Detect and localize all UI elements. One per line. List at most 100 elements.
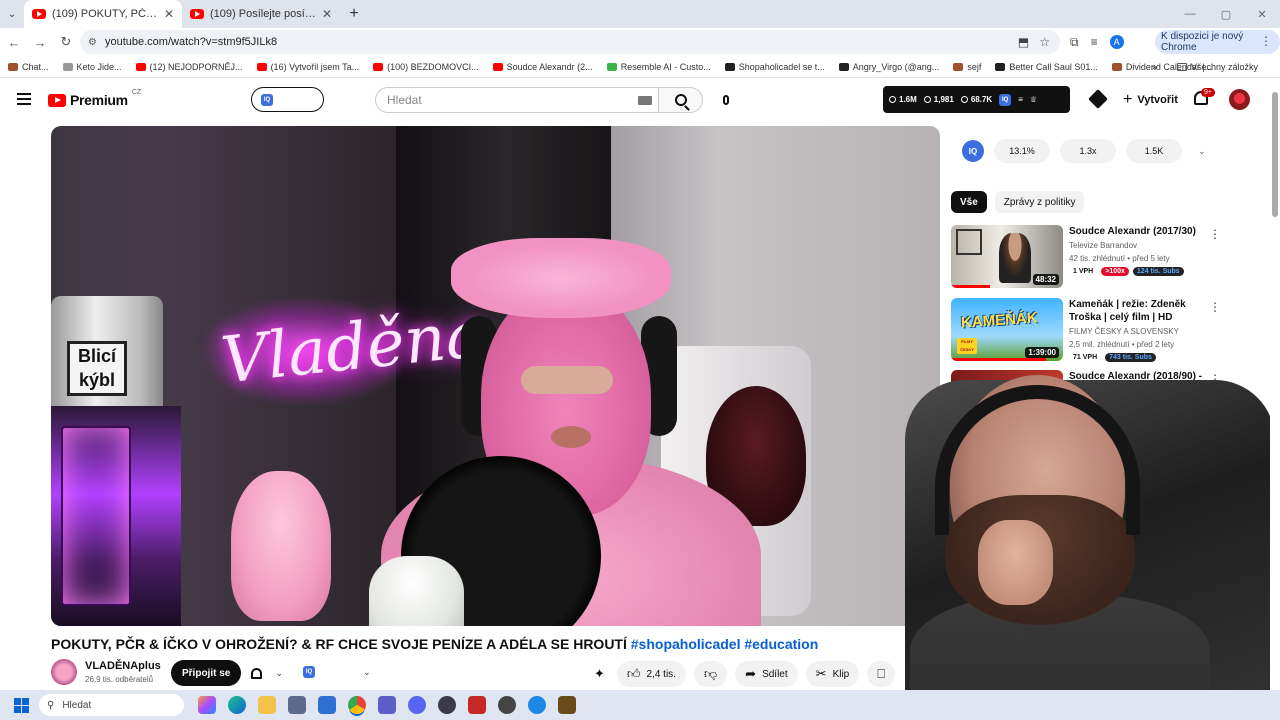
bookmark-item[interactable]: Keto Jide...: [62, 62, 122, 72]
save-button[interactable]: ⎕: [867, 661, 896, 687]
wow-icon[interactable]: [558, 696, 576, 714]
account-avatar[interactable]: [1229, 89, 1250, 110]
recommendation-title[interactable]: Kameňák | režie: Zdeněk Troška | celý fi…: [1069, 298, 1203, 324]
discord-icon[interactable]: [408, 696, 426, 714]
chevron-down-icon[interactable]: ⌄: [1198, 146, 1206, 157]
studio-icon[interactable]: [1088, 89, 1108, 109]
bookmark-item[interactable]: Angry_Virgo (@ang...: [838, 62, 939, 72]
search-input[interactable]: Hledat: [375, 87, 659, 113]
bookmark-item[interactable]: Shopaholicadel se t...: [724, 62, 825, 72]
windows-start-icon[interactable]: [14, 697, 29, 713]
recorder-icon[interactable]: [468, 696, 486, 714]
recommendation-title[interactable]: Soudce Alexandr (2017/30): [1069, 225, 1203, 238]
channel-name[interactable]: VLADĚNAplus: [85, 660, 161, 672]
share-button[interactable]: ➦ Sdílet: [735, 661, 798, 687]
bookmark-item[interactable]: sejf: [953, 62, 981, 72]
dislike-button[interactable]: 👎︎: [693, 661, 728, 687]
thanks-button[interactable]: ✦: [590, 661, 609, 687]
bookmark-item[interactable]: (16) Vytvořil jsem Ta...: [256, 62, 359, 72]
video-thumbnail[interactable]: KAMEŇÁK FILMY ČESKY 1:39:00: [951, 298, 1063, 361]
teams-icon[interactable]: [378, 696, 396, 714]
address-bar[interactable]: ⚙ youtube.com/watch?v=stm9f5JILk8 ⬒ ☆: [80, 30, 1060, 54]
bookmark-item[interactable]: Better Call Saul S01...: [995, 62, 1098, 72]
close-tab-icon[interactable]: ✕: [164, 7, 174, 21]
create-button[interactable]: + Vytvořit: [1113, 87, 1188, 113]
hashtag-link[interactable]: #shopaholicadel: [631, 636, 741, 652]
list-icon[interactable]: ≡: [1018, 95, 1023, 104]
extensions-icon[interactable]: ⧉: [1070, 35, 1079, 50]
video-thumbnail[interactable]: 48:32: [951, 225, 1063, 288]
chip-all[interactable]: Vše: [951, 191, 987, 213]
close-tab-icon[interactable]: ✕: [322, 7, 332, 21]
iq-icon[interactable]: IQ: [962, 140, 984, 162]
copilot-icon[interactable]: [198, 696, 216, 714]
all-bookmarks-button[interactable]: Všechny záložky: [1176, 62, 1258, 72]
close-window-button[interactable]: ✕: [1244, 0, 1280, 28]
browser-menu-icon[interactable]: ⋮: [1260, 34, 1272, 48]
outlier-badge: >100x: [1101, 267, 1129, 276]
iq-icon[interactable]: IQ: [999, 93, 1012, 106]
voice-search-button[interactable]: [713, 87, 739, 113]
tab-search-button[interactable]: ⌄: [0, 0, 24, 28]
scrollbar-thumb[interactable]: [1272, 92, 1278, 217]
iq-rating-widget[interactable]: IQ ⌄: [303, 666, 371, 678]
iq-extension-button[interactable]: IQ: [251, 87, 324, 112]
trophy-icon[interactable]: ♕: [1030, 95, 1037, 104]
bcs-icon: [995, 62, 1006, 71]
update-icon[interactable]: [528, 696, 546, 714]
gift-icon: ✦: [594, 666, 605, 681]
maximize-button[interactable]: ▢: [1208, 0, 1244, 28]
pc-case-glass: [61, 426, 131, 606]
recommendation-item[interactable]: 48:32 Soudce Alexandr (2017/30) Televize…: [951, 225, 1221, 291]
reload-icon[interactable]: ↻: [54, 30, 78, 54]
video-player[interactable]: Vladěna Blicí kýbl: [51, 126, 940, 626]
chrome-icon[interactable]: [348, 696, 366, 714]
mail-icon[interactable]: [318, 696, 336, 714]
reading-list-icon[interactable]: ≡: [1091, 35, 1098, 49]
recommendation-item[interactable]: KAMEŇÁK FILMY ČESKY 1:39:00 Kameňák | re…: [951, 298, 1221, 364]
browser-tab[interactable]: (109) Posílejte posílejte - YouTube ✕: [182, 0, 340, 28]
taskbar-search[interactable]: ⚲ Hledat: [39, 694, 184, 716]
carrot-mascot-icon: [8, 62, 18, 71]
channel-avatar[interactable]: [51, 659, 77, 685]
more-options-icon[interactable]: ⋮: [1209, 300, 1221, 314]
bookmark-item[interactable]: (100) BEZDOMOVCI...: [373, 62, 479, 72]
edge-icon[interactable]: [228, 696, 246, 714]
chip-politics[interactable]: Zprávy z politiky: [994, 191, 1085, 213]
search-button[interactable]: [659, 87, 703, 113]
wordpad-icon[interactable]: [438, 696, 456, 714]
file-explorer-icon[interactable]: [258, 696, 276, 714]
mouth-opening: [551, 426, 591, 448]
bookmark-star-icon[interactable]: ☆: [1039, 35, 1050, 49]
bookmark-item[interactable]: Resemble AI - Custo...: [606, 62, 711, 72]
join-button[interactable]: Připojit se: [171, 660, 242, 686]
forward-arrow-icon[interactable]: →: [28, 30, 52, 54]
bookmark-item[interactable]: (12) NEJODPORNĚJ...: [135, 62, 243, 72]
folder-icon: [1176, 63, 1187, 71]
store-icon[interactable]: [288, 696, 306, 714]
new-tab-button[interactable]: +: [340, 0, 368, 28]
subscription-bell-button[interactable]: ⌄: [245, 660, 289, 686]
back-arrow-icon[interactable]: ←: [2, 30, 26, 54]
bookmark-item[interactable]: Chat...: [8, 62, 49, 72]
clip-button[interactable]: ✂ Klip: [805, 661, 860, 687]
page-scrollbar[interactable]: [1270, 80, 1280, 690]
iq-icon: IQ: [303, 666, 315, 678]
install-app-icon[interactable]: ⬒: [1018, 35, 1029, 49]
like-button[interactable]: 👍︎ 2,4 tis.: [616, 661, 686, 687]
hashtag-link[interactable]: #education: [744, 636, 818, 652]
menu-icon[interactable]: [17, 93, 31, 105]
keyboard-icon[interactable]: [638, 96, 652, 105]
more-options-icon[interactable]: ⋮: [1209, 227, 1221, 241]
bookmarks-overflow-icon[interactable]: »: [1152, 62, 1157, 72]
bookmark-item[interactable]: Soudce Alexandr (2...: [492, 62, 593, 72]
site-info-icon[interactable]: ⚙: [88, 37, 97, 48]
youtube-logo[interactable]: Premium CZ: [48, 89, 141, 108]
recommendation-channel[interactable]: Televize Barrandov: [1069, 240, 1203, 251]
recommendation-channel[interactable]: FILMY ČESKY A SLOVENSKY: [1069, 326, 1203, 337]
obs-icon[interactable]: [498, 696, 516, 714]
share-icon: ➦: [745, 666, 757, 681]
minimize-button[interactable]: —: [1172, 0, 1208, 28]
profile-avatar[interactable]: A: [1109, 35, 1124, 49]
browser-tab-active[interactable]: (109) POKUTY, PČR & ÍČKO V OHROŽENÍ ✕: [24, 0, 182, 28]
